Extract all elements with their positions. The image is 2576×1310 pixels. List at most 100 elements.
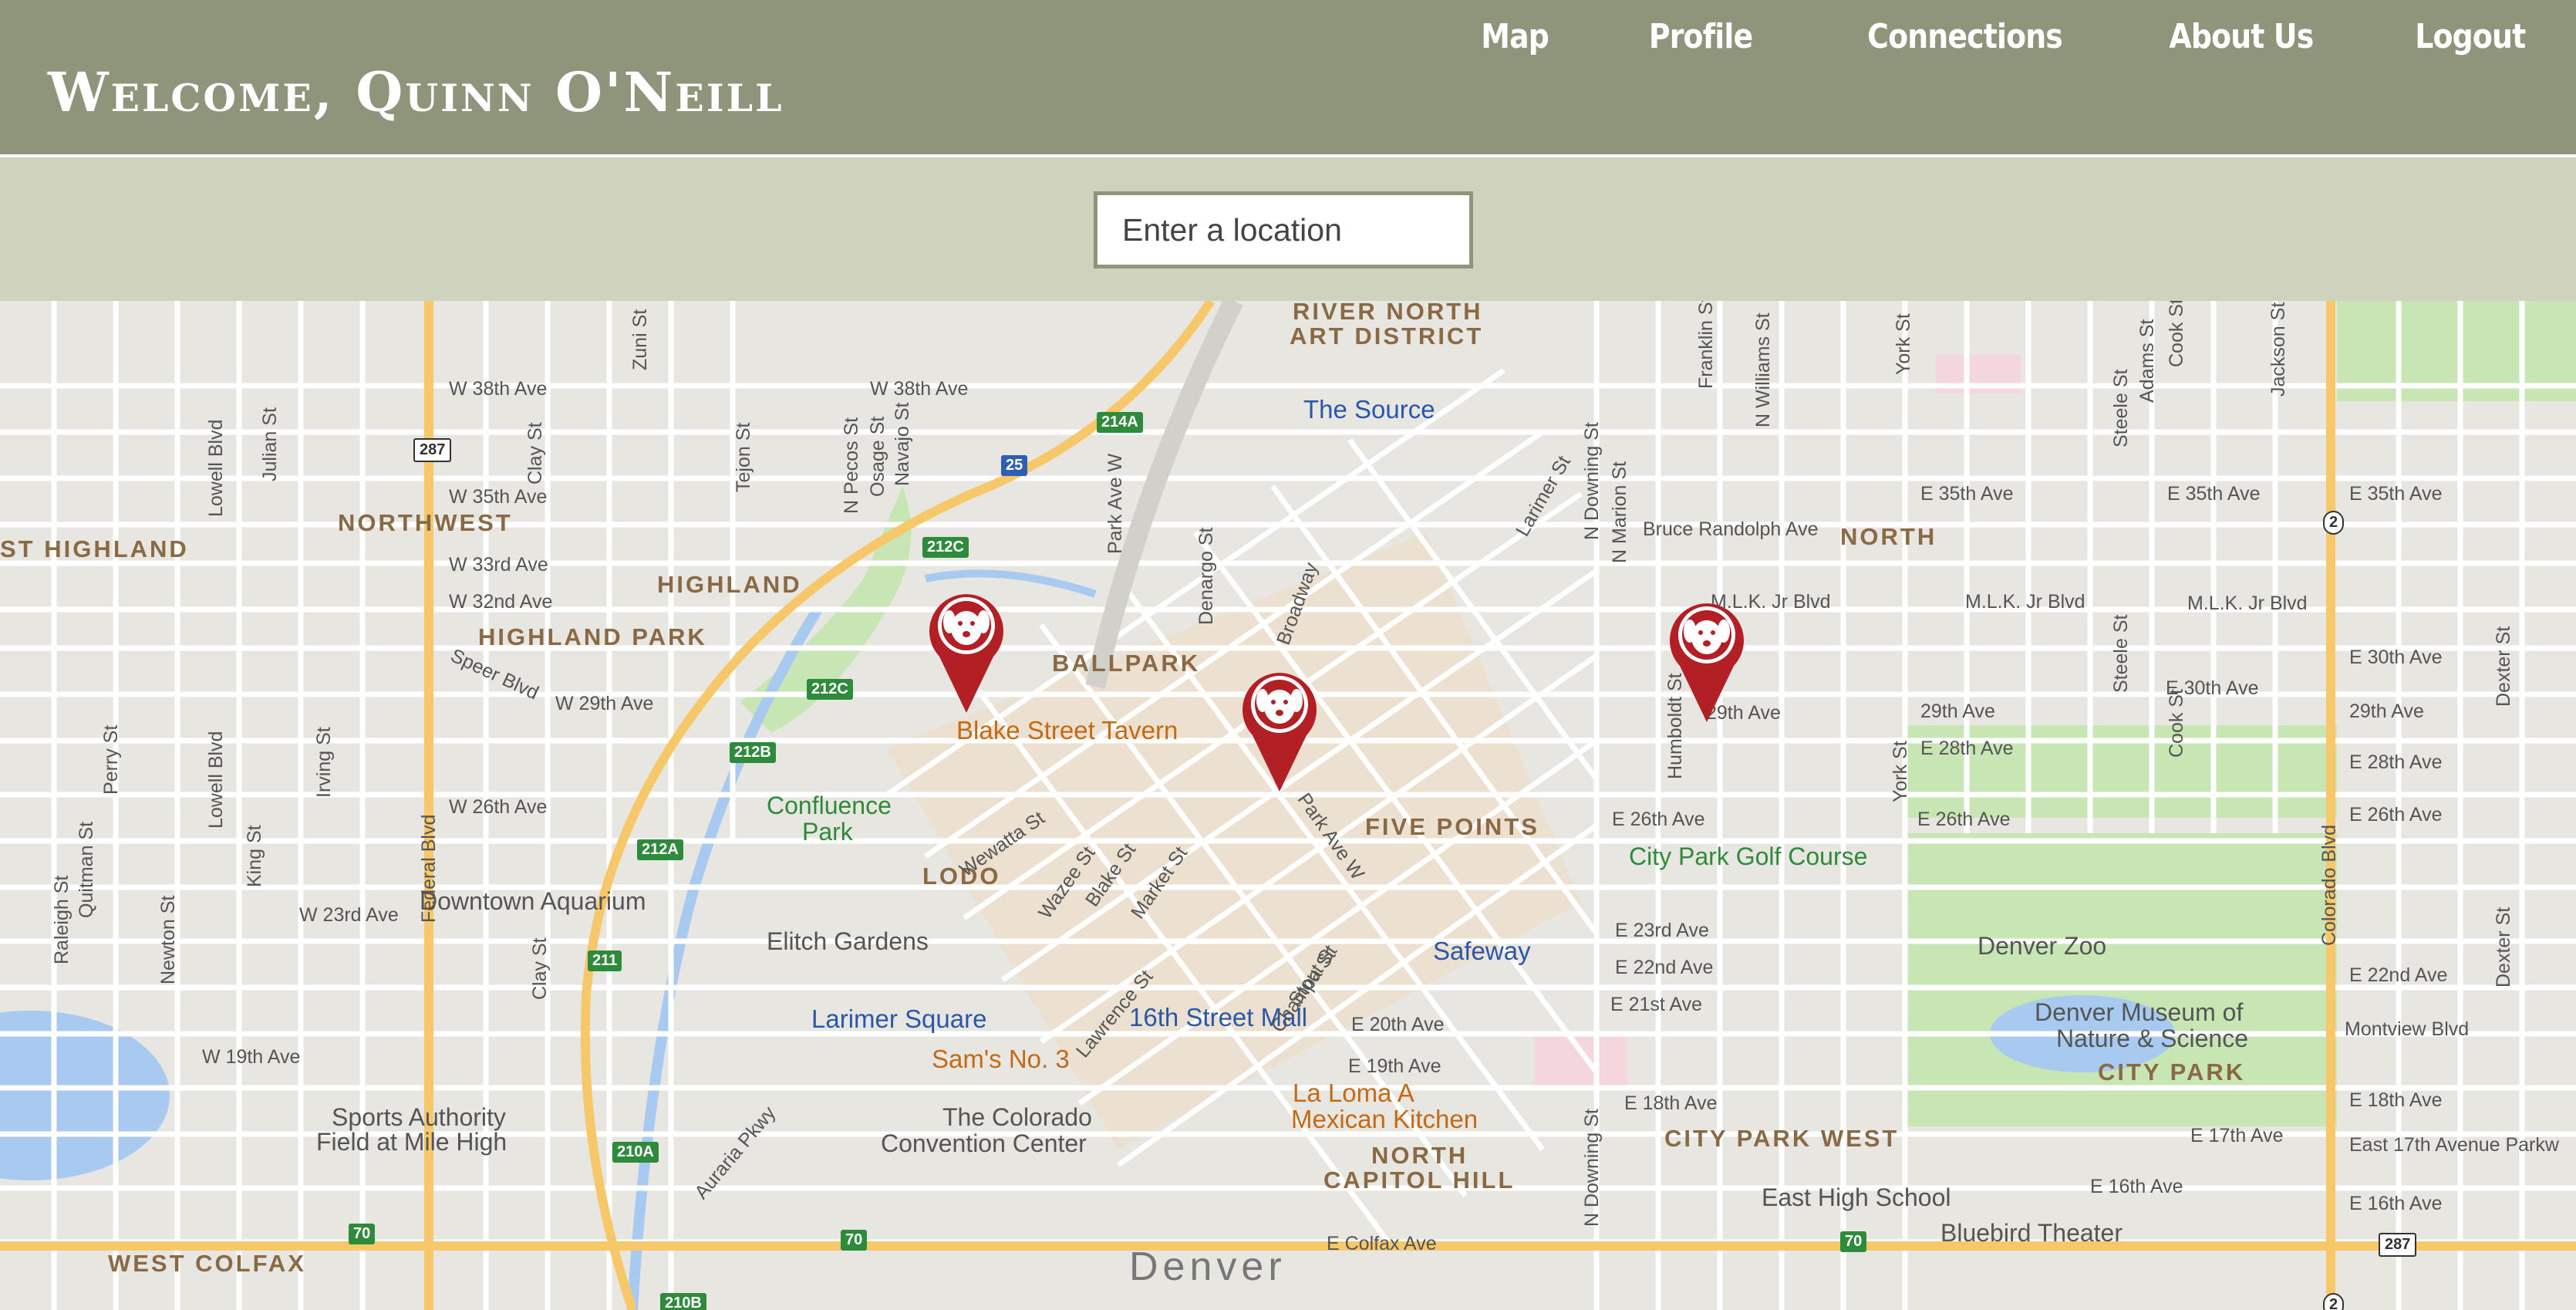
street-label: Adams St xyxy=(2136,319,2158,403)
poi-label[interactable]: Bluebird Theater xyxy=(1940,1219,2123,1248)
street-label: Zuni St xyxy=(629,309,651,370)
poi-label[interactable]: Safeway xyxy=(1433,937,1531,966)
poi-label[interactable]: Park xyxy=(802,818,853,846)
route-shield: 70 xyxy=(841,1230,868,1251)
street-label: E 22nd Ave xyxy=(1615,957,1714,978)
street-label: E 28th Ave xyxy=(2349,751,2443,773)
street-label: Cook St xyxy=(2166,301,2187,367)
poi-label[interactable]: Denver Museum of xyxy=(2035,998,2243,1027)
street-label: Cook St xyxy=(2166,689,2187,758)
nav-connections[interactable]: Connections xyxy=(1867,17,2063,56)
street-label: E 18th Ave xyxy=(1624,1092,1718,1114)
street-label: Colorado Blvd xyxy=(2318,824,2340,946)
dog-marker-icon[interactable] xyxy=(924,583,1009,714)
street-label: E 18th Ave xyxy=(2349,1089,2443,1111)
nav-logout[interactable]: Logout xyxy=(2415,17,2526,56)
street-label: 29th Ave xyxy=(2349,701,2424,722)
hood-label: NORTH xyxy=(1840,523,1937,550)
street-label: E 26th Ave xyxy=(2349,804,2443,826)
street-label: E 20th Ave xyxy=(1351,1014,1445,1035)
hood-label: NORTH xyxy=(1371,1142,1468,1169)
dog-marker-icon[interactable] xyxy=(1664,593,1749,724)
route-shield: 214A xyxy=(1097,412,1143,433)
main-nav: Map Profile Connections About Us Logout xyxy=(1387,17,2526,56)
location-search-input[interactable] xyxy=(1094,191,1473,268)
poi-label[interactable]: Nature & Science xyxy=(2056,1025,2248,1053)
nav-about-us[interactable]: About Us xyxy=(2170,17,2315,56)
street-label: E 28th Ave xyxy=(1920,738,2014,759)
street-label: W 23rd Ave xyxy=(299,904,399,926)
street-label: E 22nd Ave xyxy=(2349,964,2448,986)
street-label: E 35th Ave xyxy=(2349,483,2443,505)
route-shield: 210B xyxy=(660,1293,706,1310)
street-label: Navajo St xyxy=(892,402,913,486)
route-shield: 70 xyxy=(349,1224,376,1244)
hood-label: CITY PARK WEST xyxy=(1664,1125,1900,1152)
nav-map[interactable]: Map xyxy=(1481,17,1549,56)
nav-profile[interactable]: Profile xyxy=(1649,17,1753,56)
street-label: Federal Blvd xyxy=(418,814,440,923)
poi-label[interactable]: Blake Street Tavern xyxy=(956,716,1178,745)
street-label: E 21st Ave xyxy=(1610,994,1703,1015)
hood-label: WEST COLFAX xyxy=(108,1250,306,1277)
street-label: W 19th Ave xyxy=(202,1046,301,1068)
street-label: Lowell Blvd xyxy=(205,731,227,829)
street-label: Dexter St xyxy=(2493,907,2514,988)
route-shield: 212C xyxy=(807,679,853,700)
route-shield: 212B xyxy=(730,742,776,763)
poi-label[interactable]: Mexican Kitchen xyxy=(1291,1105,1478,1134)
street-label: E 35th Ave xyxy=(1920,483,2014,505)
hood-label: CAPITOL HILL xyxy=(1323,1167,1516,1194)
poi-label[interactable]: Sam's No. 3 xyxy=(932,1045,1070,1074)
poi-label[interactable]: The Colorado xyxy=(942,1103,1092,1132)
route-shield: 212A xyxy=(637,839,683,860)
street-label: N Pecos St xyxy=(841,417,862,514)
route-shield: 25 xyxy=(1001,455,1028,476)
route-shield: 2 xyxy=(2323,511,2345,535)
street-label: Perry St xyxy=(100,724,122,795)
hood-label: HIGHLAND xyxy=(657,571,802,598)
street-label: N Downing St xyxy=(1581,422,1603,540)
route-shield: 287 xyxy=(2379,1233,2417,1257)
street-label: E 26th Ave xyxy=(1917,809,2011,830)
poi-label[interactable]: Confluence xyxy=(767,792,892,820)
welcome-title: Welcome, Quinn O'Neill xyxy=(48,60,784,124)
street-label: Lowell Blvd xyxy=(205,419,227,517)
street-label: Franklin St xyxy=(1695,301,1717,389)
street-label: E 19th Ave xyxy=(1348,1055,1441,1077)
street-label: M.L.K. Jr Blvd xyxy=(2187,593,2308,614)
street-label: W 26th Ave xyxy=(449,796,548,818)
street-label: Dexter St xyxy=(2493,626,2514,707)
poi-label[interactable]: East High School xyxy=(1762,1183,1951,1212)
city-label: Denver xyxy=(1129,1244,1286,1289)
street-label: Montview Blvd xyxy=(2345,1018,2470,1040)
map-view[interactable]: RIVER NORTH ART DISTRICT NORTHWEST HIGHL… xyxy=(0,301,2576,1310)
street-label: W 29th Ave xyxy=(555,693,654,714)
poi-label[interactable]: Field at Mile High xyxy=(316,1128,507,1156)
poi-label[interactable]: Elitch Gardens xyxy=(767,927,929,956)
street-label: E 30th Ave xyxy=(2349,647,2443,668)
street-label: W 35th Ave xyxy=(449,486,548,508)
poi-label[interactable]: Denver Zoo xyxy=(1978,932,2106,961)
poi-label[interactable]: Convention Center xyxy=(881,1129,1087,1158)
hood-label: NORTHWEST xyxy=(338,509,513,536)
poi-label[interactable]: Larimer Square xyxy=(811,1004,986,1034)
dog-marker-icon[interactable] xyxy=(1237,662,1322,793)
street-label: Quitman St xyxy=(76,821,97,918)
street-label: Tejon St xyxy=(733,422,754,492)
street-label: N Marion St xyxy=(1609,461,1630,563)
route-shield: 212C xyxy=(922,537,969,558)
street-label: W 38th Ave xyxy=(870,378,969,400)
street-label: Clay St xyxy=(524,422,546,484)
street-label: E 23rd Ave xyxy=(1615,920,1709,941)
street-label: E 17th Ave xyxy=(2190,1125,2284,1146)
poi-label[interactable]: City Park Golf Course xyxy=(1629,842,1867,871)
poi-label[interactable]: La Loma A xyxy=(1293,1079,1414,1108)
street-label: W 32nd Ave xyxy=(449,591,553,613)
street-label: Osage St xyxy=(867,416,888,497)
street-label: Irving St xyxy=(313,727,335,798)
poi-label[interactable]: Downtown Aquarium xyxy=(420,887,646,916)
street-label: York St xyxy=(1893,313,1914,375)
poi-label[interactable]: The Source xyxy=(1303,395,1435,424)
street-label: E 35th Ave xyxy=(2167,483,2261,505)
